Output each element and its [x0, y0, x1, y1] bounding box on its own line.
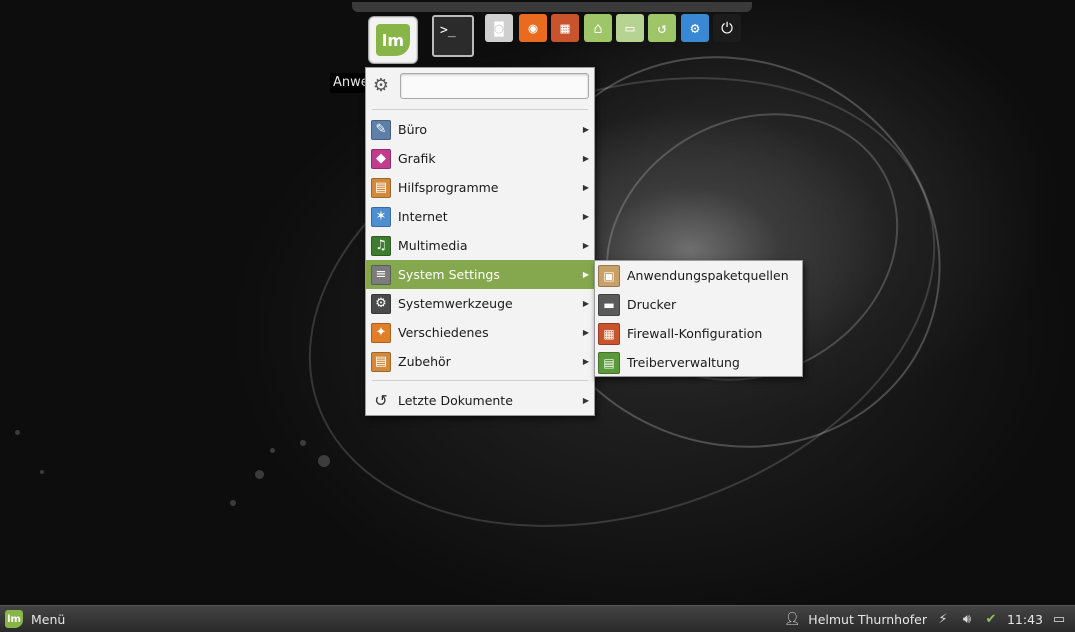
menu-category-item[interactable]: ♫ Multimedia ▶ [366, 231, 594, 260]
folder-icon: ▭ [625, 19, 635, 37]
update-shield-icon[interactable]: ✔ [983, 611, 999, 627]
menu-category-item[interactable]: ◆ Grafik ▶ [366, 144, 594, 173]
menu-category-item[interactable]: ✶ Internet ▶ [366, 202, 594, 231]
terminal-launcher[interactable]: >_ [432, 15, 474, 57]
firewall-config-icon: ▦ [598, 322, 620, 345]
search-input[interactable] [400, 73, 589, 99]
menu-category-label: Zubehör [398, 354, 451, 369]
chevron-right-icon: ▶ [582, 183, 589, 192]
submenu-item[interactable]: ▬ Drucker [595, 290, 802, 319]
recent-documents-item[interactable]: ↺ Letzte Dokumente ▶ [366, 386, 594, 415]
menu-category-label: Büro [398, 122, 428, 137]
menu-category-item[interactable]: ▤ Zubehör ▶ [366, 347, 594, 376]
system-tray: 👤︎ Helmut Thurnhofer ⚡︎ 🔊︎ ✔ 11:43 ▭ [784, 606, 1067, 632]
menu-category-item[interactable]: ✦ Verschiedenes ▶ [366, 318, 594, 347]
chevron-right-icon: ▶ [582, 299, 589, 308]
graphics-icon: ◆ [371, 148, 391, 169]
system-tools-icon: ⚙ [371, 293, 391, 314]
submenu-item-label: Drucker [627, 297, 677, 312]
menu-category-label: Verschiedenes [398, 325, 489, 340]
recent-documents-icon: ↺ [374, 391, 388, 410]
home-folder-icon: ⌂ [593, 19, 603, 37]
mint-logo-icon: lm [5, 610, 23, 628]
software-sources-icon: ▣ [598, 264, 620, 287]
firefox-icon: ◉ [528, 19, 538, 37]
chevron-right-icon: ▶ [582, 270, 589, 279]
menu-category-label: Multimedia [398, 238, 468, 253]
screenshot-icon: ◙ [494, 19, 504, 37]
divider [372, 380, 588, 381]
divider [372, 109, 588, 110]
chevron-right-icon: ▶ [582, 212, 589, 221]
office-icon: ✎ [371, 119, 391, 140]
clock[interactable]: 11:43 [1007, 612, 1043, 627]
taskbar-menu-button[interactable]: lm Menü [5, 606, 65, 632]
menu-category-item[interactable]: ≡ System Settings ▶ [366, 260, 594, 289]
backup-folder-icon: ↺ [657, 19, 667, 37]
firewall-launcher[interactable]: ▦ [551, 14, 579, 42]
bottom-panel: lm Menü 👤︎ Helmut Thurnhofer ⚡︎ 🔊︎ ✔ 11:… [0, 605, 1075, 632]
show-desktop-icon[interactable]: ▭ [1051, 611, 1067, 627]
accessories-icon: ▤ [371, 177, 391, 198]
chevron-right-icon: ▶ [582, 357, 589, 366]
software-center-launcher[interactable]: ⚙ [681, 14, 709, 42]
system-settings-icon: ≡ [371, 264, 391, 285]
taskbar-menu-label: Menü [31, 611, 66, 627]
utilities-icon: ▤ [371, 351, 391, 372]
application-menu: ⚙ ✎ Büro ▶ ◆ Grafik ▶ ▤ Hilfsprogramme ▶ ✶ Interne… [365, 67, 595, 416]
menu-category-label: System Settings [398, 267, 500, 282]
backup-folder-launcher[interactable]: ↺ [648, 14, 676, 42]
folder-launcher[interactable]: ▭ [616, 14, 644, 42]
menu-category-item[interactable]: ▤ Hilfsprogramme ▶ [366, 173, 594, 202]
chevron-right-icon: ▶ [582, 241, 589, 250]
submenu-item[interactable]: ▣ Anwendungspaketquellen [595, 261, 802, 290]
submenu-item[interactable]: ▤ Treiberverwaltung [595, 348, 802, 377]
network-icon[interactable]: ⚡︎ [935, 611, 951, 627]
top-panel [352, 2, 752, 12]
other-icon: ✦ [371, 322, 391, 343]
menu-category-label: Grafik [398, 151, 436, 166]
user-icon[interactable]: 👤︎ [784, 611, 801, 627]
system-settings-submenu: ▣ Anwendungspaketquellen ▬ Drucker ▦ Firewall… [594, 260, 803, 377]
driver-manager-icon: ▤ [598, 351, 620, 374]
menu-header: ⚙ [366, 68, 594, 106]
chevron-right-icon: ▶ [582, 396, 589, 405]
menu-category-label: Internet [398, 209, 448, 224]
printer-icon: ▬ [598, 293, 620, 316]
menu-category-label: Systemwerkzeuge [398, 296, 513, 311]
multimedia-icon: ♫ [371, 235, 391, 256]
menu-category-item[interactable]: ⚙ Systemwerkzeuge ▶ [366, 289, 594, 318]
screenshot-launcher[interactable]: ◙ [485, 14, 513, 42]
chevron-right-icon: ▶ [582, 154, 589, 163]
shutdown-launcher[interactable]: ⏻ [713, 14, 741, 42]
user-name[interactable]: Helmut Thurnhofer [808, 612, 927, 627]
software-center-icon: ⚙ [690, 19, 700, 37]
firewall-icon: ▦ [560, 19, 570, 37]
shutdown-icon: ⏻ [721, 19, 733, 37]
submenu-item[interactable]: ▦ Firewall-Konfiguration [595, 319, 802, 348]
recent-documents-label: Letzte Dokumente [398, 393, 513, 408]
submenu-item-label: Treiberverwaltung [627, 355, 740, 370]
submenu-item-label: Firewall-Konfiguration [627, 326, 763, 341]
chevron-right-icon: ▶ [582, 328, 589, 337]
chevron-right-icon: ▶ [582, 125, 589, 134]
mint-logo-icon: lm [376, 24, 410, 56]
terminal-icon: >_ [440, 23, 456, 38]
gear-icon[interactable]: ⚙ [372, 77, 390, 95]
internet-icon: ✶ [371, 206, 391, 227]
volume-icon[interactable]: 🔊︎ [959, 611, 975, 627]
menu-category-item[interactable]: ✎ Büro ▶ [366, 115, 594, 144]
menu-category-label: Hilfsprogramme [398, 180, 499, 195]
firefox-launcher[interactable]: ◉ [519, 14, 547, 42]
mint-menu-button[interactable]: lm [368, 16, 418, 64]
home-folder-launcher[interactable]: ⌂ [584, 14, 612, 42]
submenu-item-label: Anwendungspaketquellen [627, 268, 789, 283]
